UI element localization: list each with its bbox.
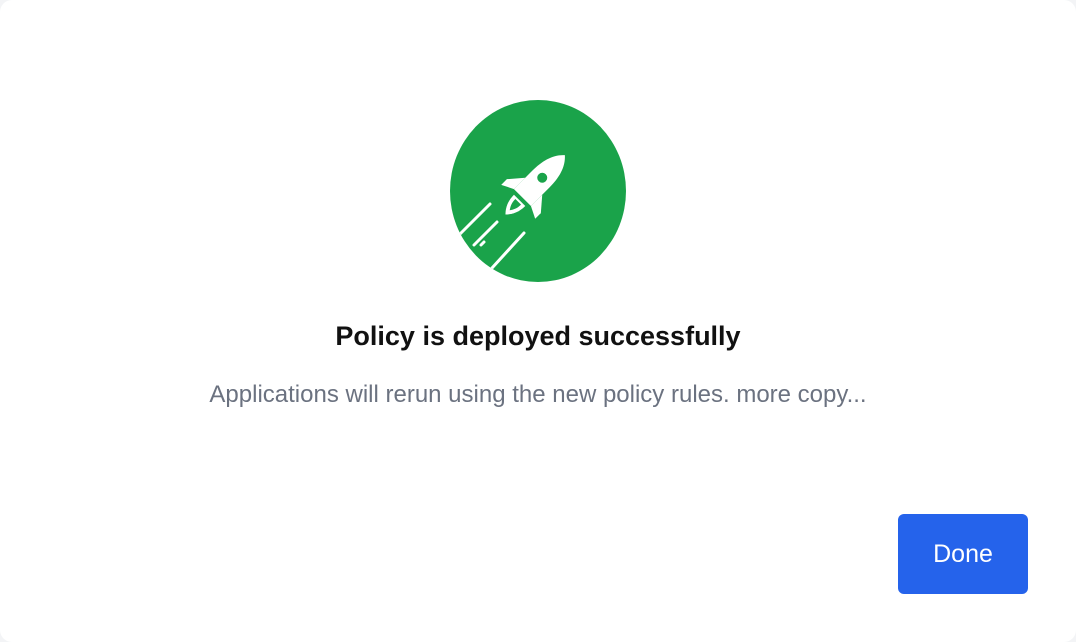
deploy-success-dialog: Policy is deployed successfully Applicat… <box>0 0 1076 642</box>
rocket-icon <box>458 155 565 270</box>
dialog-title: Policy is deployed successfully <box>335 321 741 351</box>
success-icon-badge <box>450 100 626 282</box>
dialog-message: Applications will rerun using the new po… <box>209 381 867 408</box>
done-button[interactable]: Done <box>898 514 1028 594</box>
